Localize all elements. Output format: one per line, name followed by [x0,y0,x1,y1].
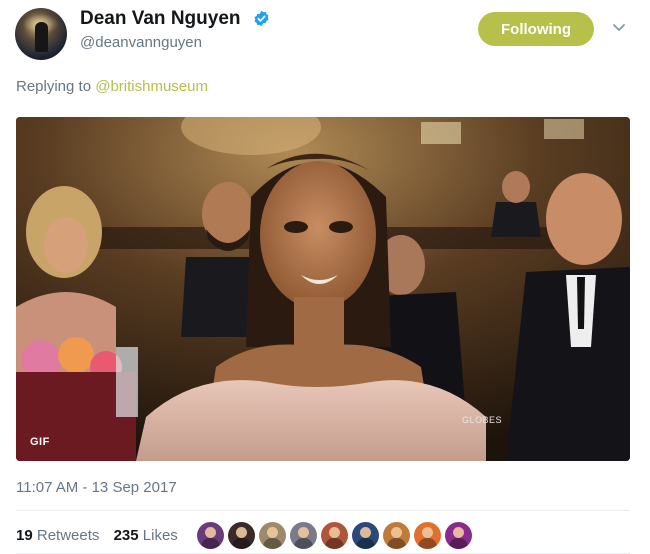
verified-badge-icon [254,10,269,27]
liker-face [298,527,309,538]
avatar-figure [35,22,48,52]
liker-face [360,527,371,538]
liker-avatar[interactable] [383,522,410,549]
retweets-count[interactable]: 19 [16,527,33,544]
liker-body [356,538,375,549]
likes-label[interactable]: Likes [143,527,178,544]
retweets-label[interactable]: Retweets [37,527,100,544]
replying-to: Replying to @britishmuseum [16,78,208,95]
replying-prefix: Replying to [16,78,92,95]
liker-face [453,527,464,538]
liker-avatar[interactable] [259,522,286,549]
liker-avatar[interactable] [290,522,317,549]
liker-body [263,538,282,549]
chevron-down-icon[interactable] [612,22,626,34]
tweet: Dean Van Nguyen @deanvannguyen Following… [0,0,650,554]
liker-face [205,527,216,538]
liker-face [391,527,402,538]
tweet-stats: 19 Retweets 235 Likes [16,527,188,544]
liker-body [294,538,313,549]
likes-count[interactable]: 235 [114,527,139,544]
liker-avatar[interactable] [414,522,441,549]
liker-avatar[interactable] [197,522,224,549]
reply-mention-link[interactable]: @britishmuseum [95,78,208,95]
author-name[interactable]: Dean Van Nguyen [80,8,241,30]
liker-avatar[interactable] [445,522,472,549]
liker-avatar[interactable] [228,522,255,549]
liker-body [418,538,437,549]
liker-body [449,538,468,549]
liker-avatar[interactable] [352,522,379,549]
broadcast-watermark: GLOBES [462,415,503,425]
liker-body [387,538,406,549]
gif-frame [16,117,630,461]
liker-avatars [197,522,472,550]
liker-face [267,527,278,538]
following-button[interactable]: Following [478,12,594,46]
gif-media[interactable]: GIF GLOBES [16,117,630,461]
author-avatar[interactable] [15,8,67,60]
tweet-timestamp[interactable]: 11:07 AM - 13 Sep 2017 [16,479,177,496]
liker-body [201,538,220,549]
liker-body [325,538,344,549]
divider [16,510,630,511]
liker-face [236,527,247,538]
liker-face [329,527,340,538]
liker-face [422,527,433,538]
liker-body [232,538,251,549]
author-handle[interactable]: @deanvannguyen [80,34,202,51]
gif-badge: GIF [30,436,50,448]
liker-avatar[interactable] [321,522,348,549]
